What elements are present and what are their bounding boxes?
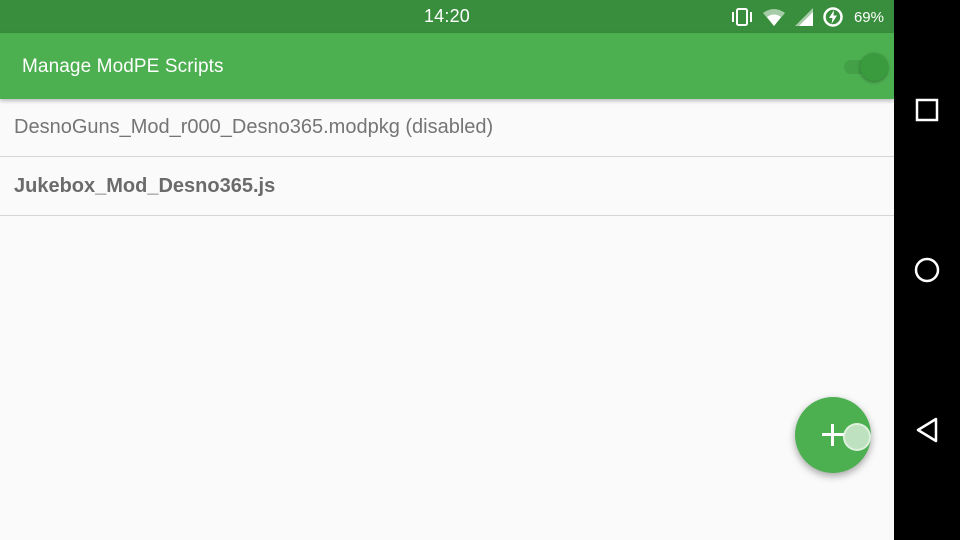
back-icon [916, 417, 938, 443]
home-icon [914, 257, 940, 283]
script-name: Jukebox_Mod_Desno365.js [14, 174, 276, 197]
app-bar: Manage ModPE Scripts [0, 33, 894, 99]
app-screen: 14:20 69% Manage ModPE Scripts DesnoGuns… [0, 0, 894, 540]
page-title: Manage ModPE Scripts [22, 56, 224, 77]
navigation-bar [894, 0, 960, 540]
home-button[interactable] [894, 240, 960, 300]
status-bar: 14:20 69% [0, 0, 894, 33]
toggle-thumb [860, 53, 888, 81]
wifi-icon [762, 5, 786, 29]
vibrate-icon [730, 5, 754, 29]
recents-button[interactable] [894, 80, 960, 140]
script-name: DesnoGuns_Mod_r000_Desno365.modpkg (disa… [14, 116, 494, 138]
cell-signal-icon [794, 5, 814, 29]
back-button[interactable] [894, 400, 960, 460]
list-item[interactable]: DesnoGuns_Mod_r000_Desno365.modpkg (disa… [0, 99, 894, 157]
battery-percent: 69% [853, 8, 884, 26]
master-enable-toggle[interactable] [844, 53, 890, 81]
recents-icon [915, 98, 939, 122]
status-icons: 69% [730, 5, 884, 29]
battery-charging-icon [822, 5, 844, 29]
touch-indicator [843, 423, 871, 451]
list-item[interactable]: Jukebox_Mod_Desno365.js [0, 157, 894, 216]
script-list: DesnoGuns_Mod_r000_Desno365.modpkg (disa… [0, 99, 894, 216]
